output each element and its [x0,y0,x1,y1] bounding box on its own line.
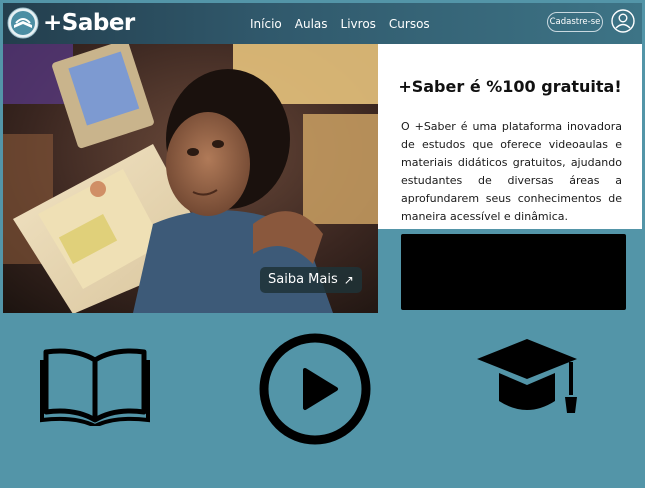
features-row [3,313,642,485]
brand-name[interactable]: +Saber [43,7,135,39]
logo-icon[interactable] [7,7,39,39]
nav-link-cursos[interactable]: Cursos [389,17,430,31]
header: +Saber Início Aulas Livros Cursos Cadast… [3,3,642,44]
user-icon[interactable] [611,9,635,33]
hero-image: Saiba Mais ↗ [3,44,378,313]
signup-button[interactable]: Cadastre-se [547,12,603,32]
book-icon[interactable] [40,346,150,426]
saiba-mais-label: Saiba Mais [268,272,338,287]
saiba-mais-button[interactable]: Saiba Mais ↗ [260,267,362,293]
play-icon[interactable] [258,332,372,446]
nav-link-inicio[interactable]: Início [250,17,282,31]
main-nav: Início Aulas Livros Cursos [250,17,430,31]
graduation-cap-icon[interactable] [475,337,579,425]
video-placeholder[interactable] [401,234,626,310]
arrow-up-right-icon: ↗ [343,273,354,287]
nav-link-aulas[interactable]: Aulas [295,17,328,31]
info-title: +Saber é %100 gratuita! [398,77,622,96]
nav-link-livros[interactable]: Livros [341,17,376,31]
info-description: O +Saber é uma plataforma inovadora de e… [401,120,622,223]
page-frame: +Saber Início Aulas Livros Cursos Cadast… [0,0,645,488]
